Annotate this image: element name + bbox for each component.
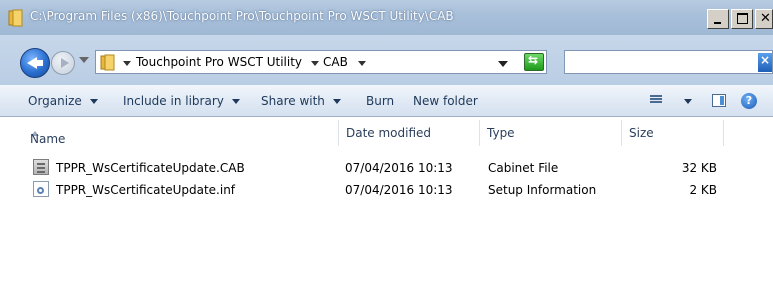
organize-menu[interactable]: Organize [28,94,98,108]
column-header-type[interactable]: Type [480,120,622,146]
cabinet-file-icon [33,159,49,175]
new-folder-button[interactable]: New folder [413,94,478,108]
view-options-dropdown[interactable] [684,99,692,104]
maximize-button[interactable] [731,9,753,29]
view-options-icon[interactable] [650,95,662,106]
address-history-dropdown[interactable] [498,61,508,67]
include-in-library-menu[interactable]: Include in library [123,94,240,108]
refresh-icon: ⇆ [528,53,539,67]
column-headers: Name Date modified Type Size [16,120,773,146]
file-date-modified: 07/04/2016 10:13 [345,161,453,175]
close-icon: ✕ [760,11,771,26]
close-button[interactable]: ✕ [755,9,773,29]
file-row[interactable]: TPPR_WsCertificateUpdate.CAB 07/04/2016 … [16,158,773,180]
search-box[interactable]: × [564,50,773,74]
file-size: 32 KB [681,161,717,175]
setup-information-file-icon [33,181,49,197]
preview-pane-icon[interactable] [712,94,726,107]
file-name: TPPR_WsCertificateUpdate.inf [56,183,236,197]
file-name: TPPR_WsCertificateUpdate.CAB [56,161,245,175]
breadcrumb-item[interactable]: CAB [323,55,348,69]
chevron-down-icon [332,99,341,104]
chevron-down-icon [231,99,240,104]
folder-icon [100,54,115,71]
title-bar[interactable]: C:\Program Files (x86)\Touchpoint Pro\To… [0,0,773,35]
help-icon[interactable]: ? [741,93,757,109]
window-title: C:\Program Files (x86)\Touchpoint Pro\To… [30,9,454,23]
column-header-date-modified[interactable]: Date modified [339,120,480,146]
address-bar[interactable]: Touchpoint Pro WSCT Utility CAB ⇆ [95,50,547,74]
breadcrumb-separator-icon[interactable] [123,61,131,66]
breadcrumb-separator-icon[interactable] [358,61,366,66]
file-type: Cabinet File [488,161,559,175]
column-header-name[interactable]: Name [16,120,339,146]
search-icon: × [760,53,771,67]
command-bar: Organize Include in library Share with B… [0,85,773,117]
back-button[interactable] [20,48,50,78]
navigation-bar: Touchpoint Pro WSCT Utility CAB ⇆ × [0,35,773,85]
file-type: Setup Information [488,183,597,197]
breadcrumb-item[interactable]: Touchpoint Pro WSCT Utility [136,55,302,69]
breadcrumb-separator-icon[interactable] [311,61,319,66]
file-date-modified: 07/04/2016 10:13 [345,183,453,197]
column-header-size[interactable]: Size [622,120,724,146]
file-row[interactable]: TPPR_WsCertificateUpdate.inf 07/04/2016 … [16,180,773,202]
refresh-button[interactable]: ⇆ [524,53,544,71]
minimize-button[interactable] [707,9,729,29]
burn-button[interactable]: Burn [366,94,394,108]
folder-icon [8,9,23,27]
file-size: 2 KB [689,183,717,197]
recent-pages-dropdown[interactable] [79,57,89,63]
chevron-down-icon [89,99,98,104]
share-with-menu[interactable]: Share with [261,94,341,108]
search-button[interactable]: × [758,53,772,72]
forward-button[interactable] [51,51,75,75]
